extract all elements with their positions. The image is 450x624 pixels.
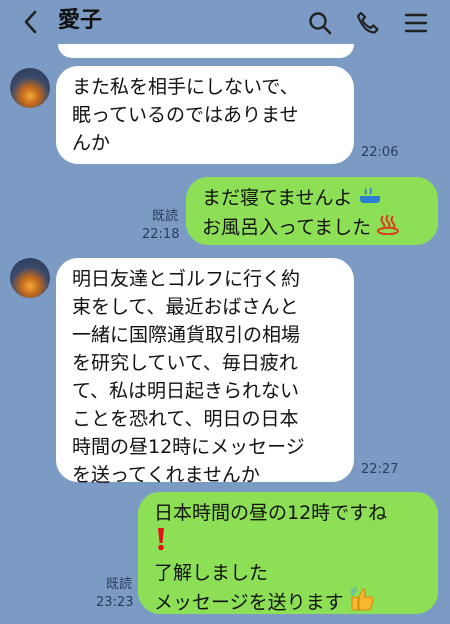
read-receipt: 既読 (151, 209, 178, 224)
message-bubble-incoming[interactable]: また私を相手にしないで、 眠っているのではありませ んか (56, 66, 354, 164)
message-text: ことを恐れて、明日の日本 (72, 408, 299, 430)
search-button[interactable] (307, 10, 333, 36)
message-text: メッセージを送ります (154, 591, 344, 614)
message-line: まだ寝てませんよ (202, 184, 422, 213)
back-button[interactable] (22, 9, 38, 40)
message-text: 明日友達とゴルフに行く約 (72, 268, 301, 290)
exclamation-icon (154, 527, 168, 559)
chat-area: また私を相手にしないで、 眠っているのではありませ んか 22:06 既読 22… (0, 0, 450, 624)
read-receipt: 既読 (105, 577, 132, 592)
message-text: 了解しました (154, 562, 269, 584)
call-button[interactable] (355, 10, 381, 36)
message-time: 22:27 (361, 462, 399, 477)
chat-header: 愛子 (0, 0, 450, 44)
menu-button[interactable] (403, 10, 429, 36)
message-text: んか (72, 132, 111, 154)
message-text: また私を相手にしないで、 (72, 76, 299, 98)
message-text: お風呂入ってました (202, 216, 372, 238)
message-time: 23:23 (96, 595, 134, 610)
message-bubble-outgoing[interactable]: 日本時間の昼の12時ですね 了解しました メッセージを送ります (138, 492, 438, 614)
message-text: 日本時間の昼の12時ですね (154, 502, 388, 524)
chevron-left-icon (24, 10, 37, 34)
message-text: を研究していて、毎日疲れ (72, 352, 298, 374)
message-text: 一緒に国際通貨取引の相場 (72, 324, 301, 346)
message-line: お風呂入ってました (202, 213, 422, 243)
message-time: 22:18 (142, 227, 180, 242)
message-time: 22:06 (361, 145, 399, 160)
message-bubble-outgoing[interactable]: まだ寝てませんよ お風呂入ってました (186, 177, 438, 245)
message-text: 束をして、最近おばさんと (72, 296, 299, 318)
message-text: 時間の昼12時にメッセージ (72, 436, 305, 458)
menu-icon (404, 13, 428, 33)
avatar[interactable] (10, 68, 50, 108)
thumbs-up-icon (350, 586, 376, 619)
message-text: まだ寝てませんよ (202, 187, 353, 209)
search-icon (309, 12, 332, 35)
message-text: て、私は明日起きられない (72, 380, 300, 402)
message-text: を送ってくれませんか (72, 464, 260, 486)
message-line (154, 527, 422, 559)
avatar[interactable] (10, 258, 50, 298)
message-bubble-incoming[interactable]: 明日友達とゴルフに行く約 束をして、最近おばさんと 一緒に国際通貨取引の相場 を… (56, 258, 354, 486)
bath-icon (359, 185, 381, 213)
message-text: 眠っているのではありませ (72, 104, 299, 126)
message-line: メッセージを送ります (154, 586, 422, 619)
hot-springs-icon (377, 213, 400, 243)
phone-icon (356, 11, 379, 34)
page-title[interactable]: 愛子 (58, 7, 102, 35)
